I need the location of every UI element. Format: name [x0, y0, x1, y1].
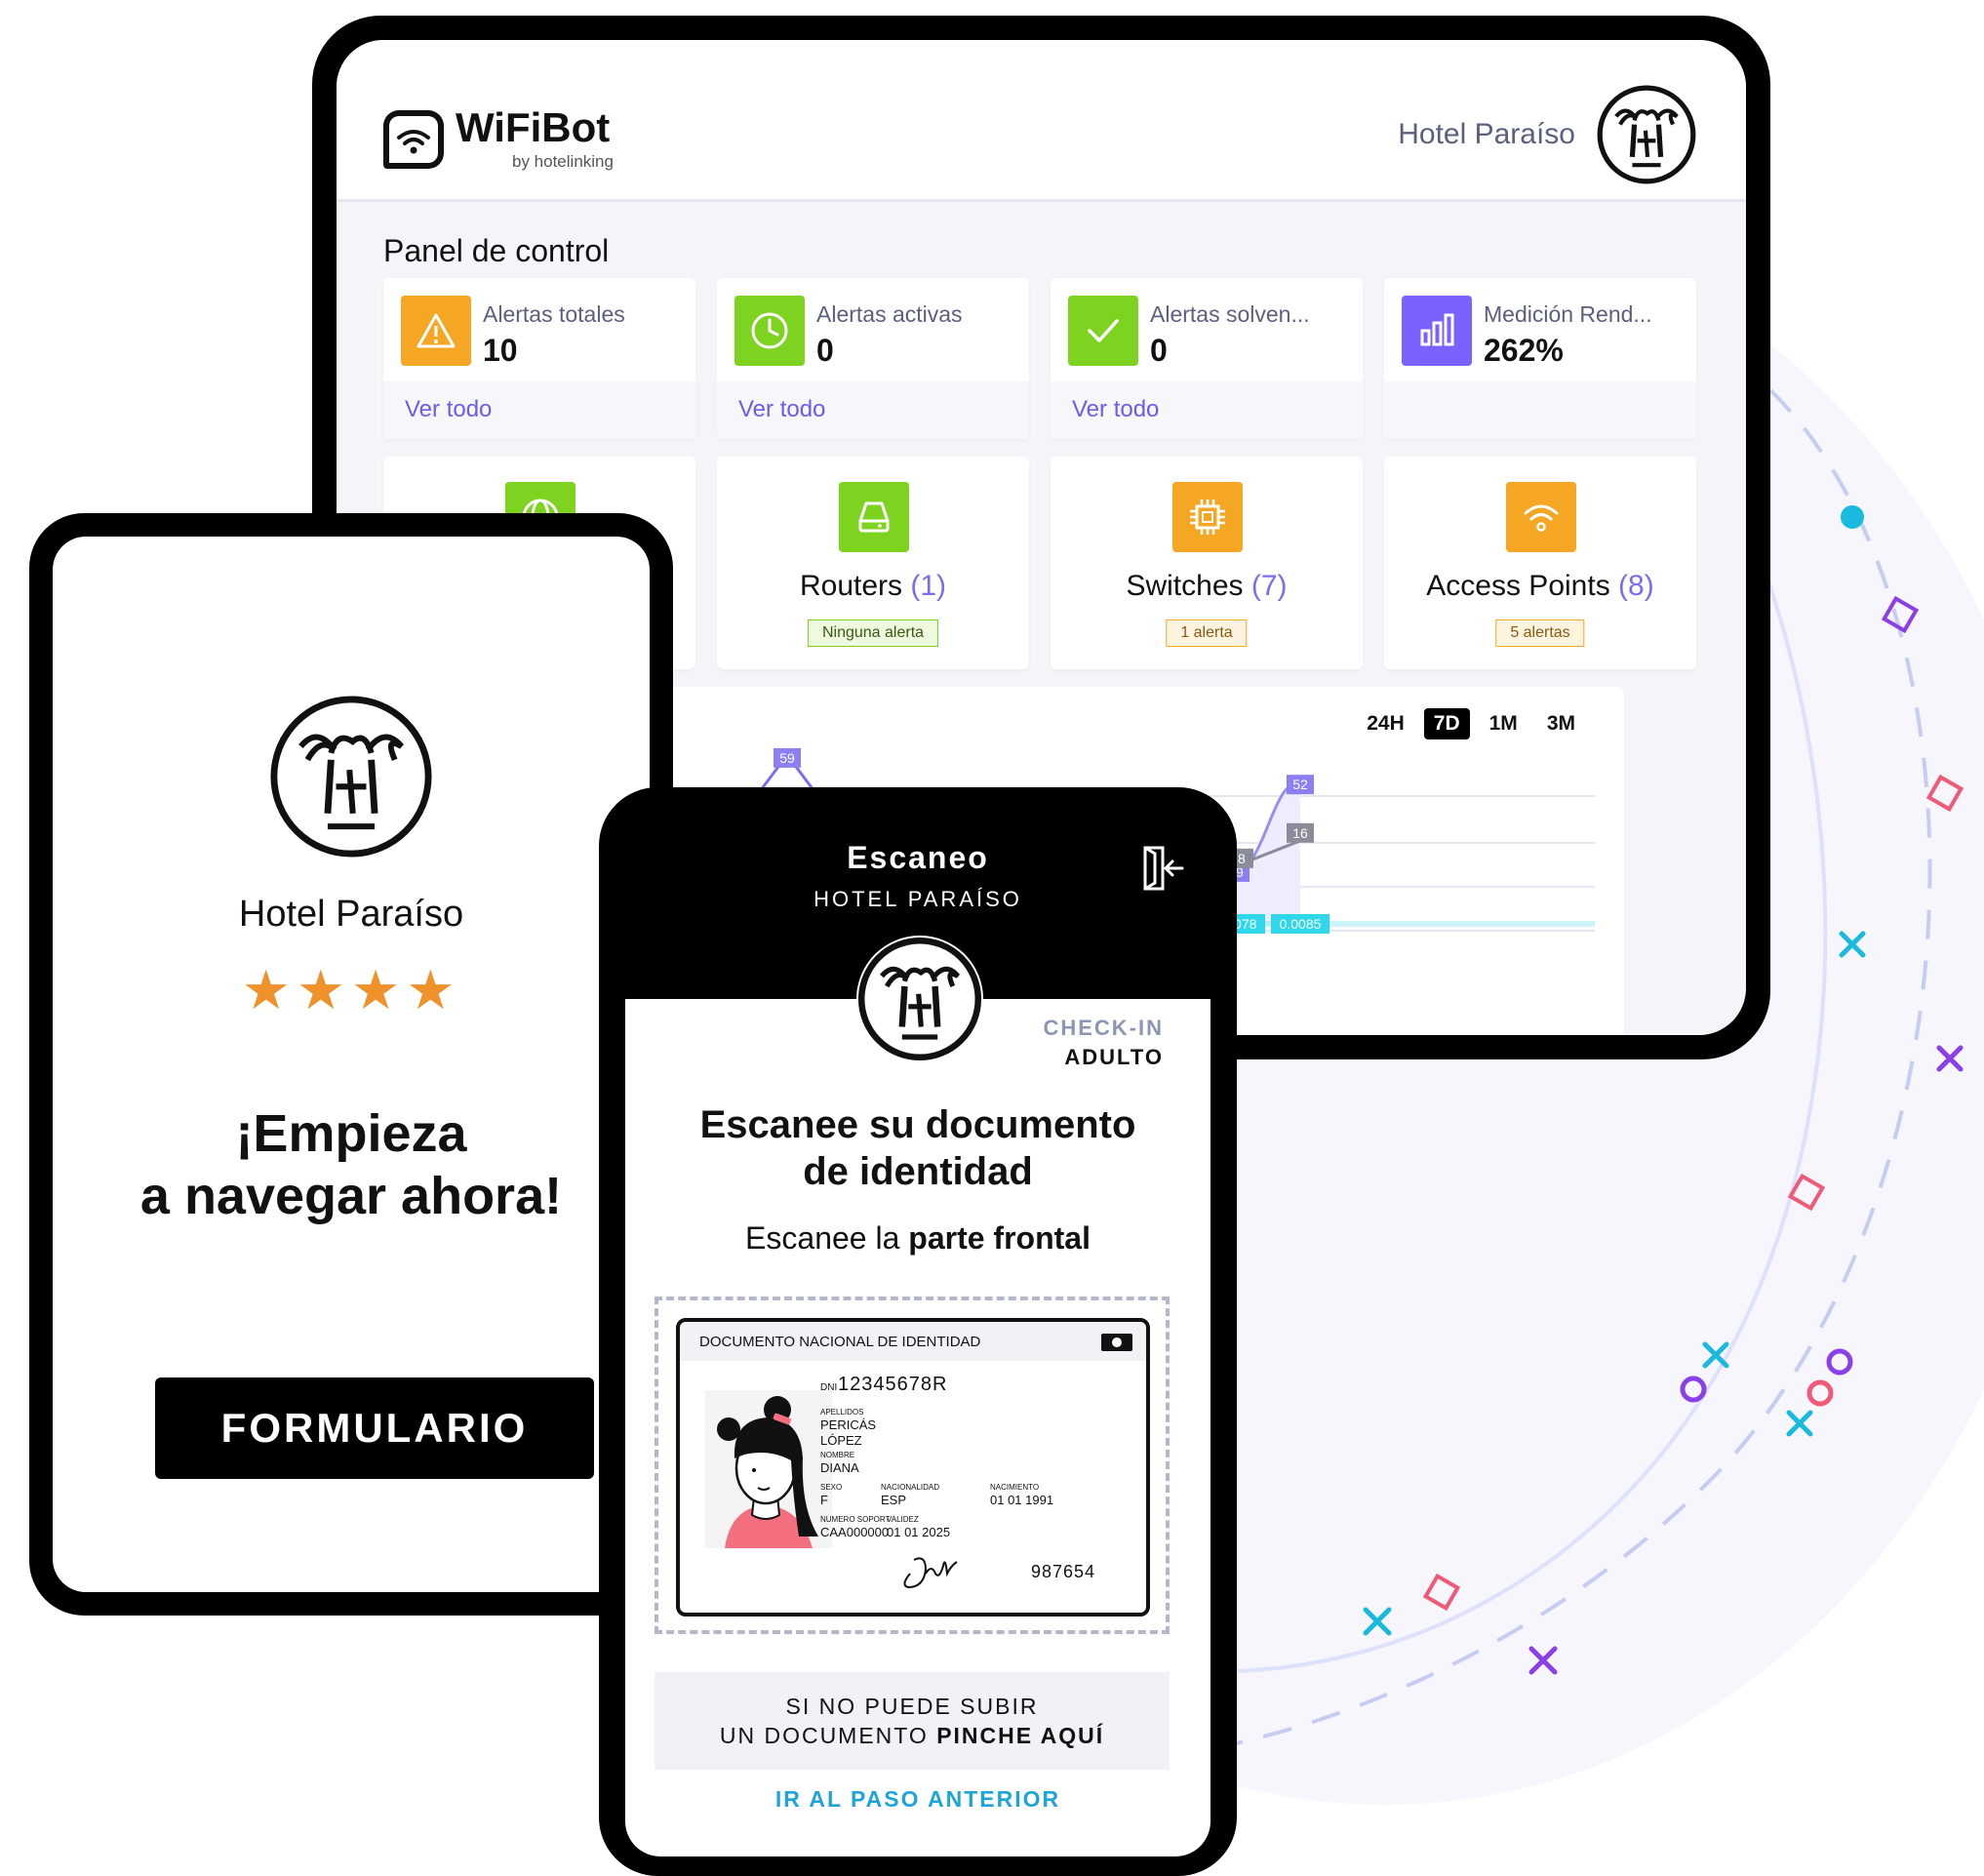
exit-icon[interactable]: [1137, 844, 1186, 893]
dni-number: 12345678R: [838, 1374, 948, 1395]
nationality-label: NACIONALIDAD: [881, 1483, 940, 1492]
hotel-name: Hotel Paraíso: [238, 894, 464, 935]
form-button[interactable]: FORMULARIO: [155, 1377, 594, 1479]
kpi-footer: Ver todo: [1051, 381, 1363, 439]
support-value: CAA000000: [820, 1525, 890, 1539]
card-code: 987654: [1031, 1562, 1096, 1581]
data-label-cyan: 0.0085: [1280, 916, 1322, 932]
id-photo-portrait: [705, 1390, 832, 1548]
birth-label: NACIMIENTO: [990, 1483, 1040, 1492]
kpi-value: 0: [1150, 333, 1168, 368]
welcome-headline: ¡Empieza a navegar ahora!: [139, 1104, 563, 1225]
star-rating: ★★★★: [241, 959, 461, 1020]
support-label: NUMERO SOPORT: [820, 1515, 891, 1524]
phone-welcome: Hotel Paraíso ★★★★ ¡Empieza a navegar ah…: [29, 513, 673, 1616]
device-card-routers[interactable]: Routers (1) Ninguna alerta: [717, 457, 1029, 669]
check-icon: [1068, 296, 1138, 366]
kpi-footer: [1384, 381, 1696, 439]
previous-step-link[interactable]: IR AL PASO ANTERIOR: [625, 1786, 1210, 1813]
tab-1m[interactable]: 1M: [1480, 708, 1528, 739]
given-name: DIANA: [820, 1460, 859, 1475]
surname-label: APELLIDOS: [820, 1408, 864, 1417]
kpi-value: 10: [483, 333, 518, 368]
app-header: WiFiBot by hotelinking Hotel Paraíso: [337, 40, 1746, 202]
hotel-logo-badge: [856, 936, 983, 1062]
kpi-value: 0: [816, 333, 834, 368]
kpi-value: 262%: [1484, 333, 1564, 368]
data-label-purple: 59: [779, 750, 795, 766]
app-byline: by hotelinking: [512, 152, 614, 171]
view-all-link[interactable]: Ver todo: [738, 396, 825, 423]
surname-1: PERICÁS: [820, 1417, 877, 1432]
clock-icon: [734, 296, 805, 366]
bar-chart-icon: [1402, 296, 1472, 366]
scan-instruction: Escanee la parte frontal: [745, 1220, 1091, 1256]
id-card-sample: DOCUMENTO NACIONAL DE IDENTIDAD DNI 1234…: [676, 1318, 1150, 1617]
kpi-card-total-alerts: Alertas totales 10 Ver todo: [383, 278, 695, 439]
kpi-label: Alertas activas: [816, 301, 963, 327]
kpi-footer: Ver todo: [717, 381, 1029, 439]
data-label-gray: 16: [1292, 825, 1308, 841]
kpi-card-active-alerts: Alertas activas 0 Ver todo: [717, 278, 1029, 439]
device-name: Routers (1): [799, 570, 947, 602]
hotel-logo-icon[interactable]: [1596, 84, 1697, 185]
validity-value: 01 01 2025: [887, 1525, 951, 1539]
data-label-purple: 52: [1292, 777, 1308, 792]
id-doc-title: DOCUMENTO NACIONAL DE IDENTIDAD: [699, 1334, 981, 1350]
sex-label: SEXO: [820, 1483, 843, 1492]
device-card-switches[interactable]: Switches (7) 1 alerta: [1051, 457, 1363, 669]
status-badge: 5 alertas: [1495, 619, 1585, 647]
deco-dot: [1841, 505, 1864, 529]
kpi-footer: Ver todo: [383, 381, 695, 439]
name-label: NOMBRE: [820, 1451, 855, 1459]
hotel-logo-icon: [270, 696, 432, 858]
view-all-link[interactable]: Ver todo: [1072, 396, 1159, 423]
kpi-card-solved-alerts: Alertas solven... 0 Ver todo: [1051, 278, 1363, 439]
sex-value: F: [820, 1493, 828, 1507]
status-badge: Ninguna alerta: [807, 619, 939, 647]
hotel-name: Hotel Paraíso: [1398, 118, 1575, 150]
wifi-icon: [1506, 482, 1576, 552]
tab-24h[interactable]: 24H: [1357, 708, 1414, 739]
status-badge: 1 alerta: [1166, 619, 1248, 647]
scan-screen: CHECK-IN ADULTO Escanee su documento de …: [625, 999, 1210, 1856]
id-card-header: DOCUMENTO NACIONAL DE IDENTIDAD: [680, 1322, 1146, 1361]
signature-icon: [903, 1557, 958, 1589]
welcome-screen: Hotel Paraíso ★★★★ ¡Empieza a navegar ah…: [53, 537, 650, 1592]
kpi-label: Alertas totales: [483, 301, 625, 327]
hotel-logo-icon: [857, 937, 982, 1061]
chip-icon: [1101, 1334, 1132, 1351]
manual-upload-link[interactable]: SI NO PUEDE SUBIR UN DOCUMENTO PINCHE AQ…: [655, 1672, 1170, 1770]
kpi-label: Medición Rend...: [1484, 301, 1652, 327]
kpi-card-performance: Medición Rend... 262%: [1384, 278, 1696, 439]
guest-type-label: ADULTO: [1064, 1045, 1164, 1069]
tab-7d[interactable]: 7D: [1423, 708, 1470, 739]
device-card-access-points[interactable]: Access Points (8) 5 alertas: [1384, 457, 1696, 669]
phone-scan: Escaneo HOTEL PARAÍSO CHECK-IN ADULTO Es…: [599, 787, 1237, 1876]
tab-3m[interactable]: 3M: [1537, 708, 1585, 739]
device-name: Access Points (8): [1426, 570, 1654, 602]
device-name: Switches (7): [1126, 570, 1288, 602]
wifibot-logo-icon: [383, 110, 444, 169]
nationality-value: ESP: [881, 1493, 907, 1507]
scan-area[interactable]: DOCUMENTO NACIONAL DE IDENTIDAD DNI 1234…: [655, 1297, 1170, 1634]
router-icon: [839, 482, 909, 552]
warning-icon: [401, 296, 471, 366]
app-name: WiFiBot: [456, 104, 611, 150]
panel-title: Panel de control: [383, 233, 610, 268]
validity-label: VALIDEZ: [887, 1515, 919, 1524]
dni-label: DNI: [820, 1382, 838, 1393]
chip-icon: [1172, 482, 1243, 552]
surname-2: LÓPEZ: [820, 1433, 862, 1448]
view-all-link[interactable]: Ver todo: [405, 396, 492, 423]
step-label: CHECK-IN: [1043, 1016, 1164, 1040]
scan-headline: Escanee su documento de identidad: [699, 1103, 1136, 1193]
kpi-label: Alertas solven...: [1150, 301, 1310, 327]
range-tabs: 24H 7D 1M 3M: [1357, 708, 1585, 739]
birth-value: 01 01 1991: [990, 1493, 1054, 1507]
